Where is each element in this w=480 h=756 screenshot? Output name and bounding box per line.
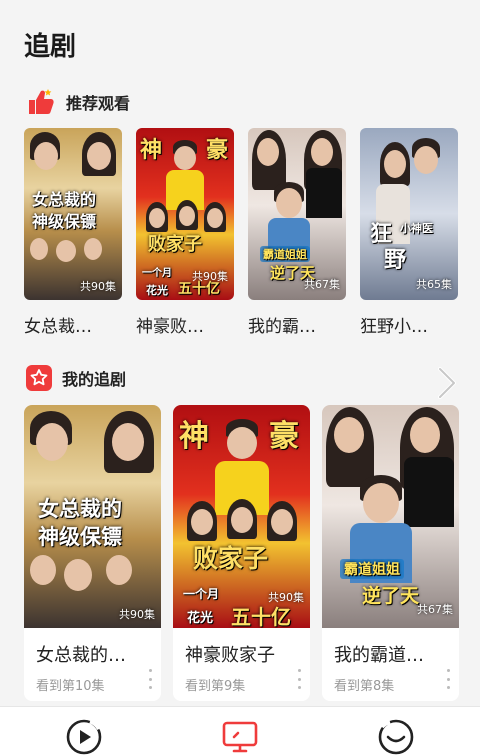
- poster-subtitle: 败家子: [148, 234, 202, 255]
- episode-count: 共90集: [268, 591, 304, 604]
- more-options-icon[interactable]: [147, 669, 153, 689]
- recommend-card[interactable]: 女总裁的 神级保镖 共90集 女总裁…: [24, 128, 122, 337]
- episode-count: 共90集: [192, 270, 228, 283]
- star-icon: [26, 365, 52, 391]
- section-my-shows-header: 我的追剧: [26, 365, 126, 391]
- episode-count: 共90集: [80, 280, 116, 293]
- poster-title: 神: [179, 419, 209, 454]
- poster-title: 霸道姐姐: [260, 246, 310, 262]
- section-recommend-label: 推荐观看: [66, 94, 131, 113]
- poster-tagline-2: 花光: [187, 611, 214, 626]
- poster-image: 狂 野 小神医 共65集: [360, 128, 458, 300]
- poster-image: 霸道姐姐 逆了天 共67集: [248, 128, 346, 300]
- smile-icon[interactable]: [376, 717, 416, 756]
- poster-subtitle: 神级保镖: [32, 212, 97, 231]
- poster-tagline: 一个月: [183, 587, 220, 601]
- thumbs-up-icon: [26, 88, 56, 116]
- section-my-shows-label: 我的追剧: [62, 370, 127, 389]
- poster-tagline-2: 花光: [146, 284, 168, 297]
- recommend-card[interactable]: 狂 野 小神医 共65集 狂野小…: [360, 128, 458, 337]
- poster-title: 霸道姐姐: [340, 559, 404, 579]
- poster-subtitle: 逆了天: [362, 585, 420, 607]
- page-title: 追剧: [24, 32, 77, 62]
- poster-title-2: 野: [384, 248, 407, 273]
- watch-progress: 看到第8集: [334, 679, 395, 694]
- more-options-icon[interactable]: [445, 669, 451, 689]
- episode-count: 共67集: [417, 603, 453, 616]
- card-title: 女总裁…: [24, 317, 92, 337]
- watch-progress: 看到第10集: [36, 679, 105, 694]
- my-show-card[interactable]: 神 豪 败家子 一个月 花光 五十亿 共90集 神豪败家子 看到第9集: [173, 405, 310, 701]
- poster-title: 女总裁的: [38, 497, 122, 521]
- chevron-right-icon[interactable]: [432, 366, 460, 400]
- poster-title: 神: [140, 138, 163, 163]
- poster-subtitle: 败家子: [193, 544, 269, 573]
- card-title: 我的霸道…: [334, 645, 424, 666]
- watch-progress: 看到第9集: [185, 679, 246, 694]
- more-options-icon[interactable]: [296, 669, 302, 689]
- poster-image: 霸道姐姐 逆了天 共67集: [322, 405, 459, 628]
- card-title: 我的霸…: [248, 317, 316, 337]
- episode-count: 共90集: [119, 608, 155, 621]
- tv-icon[interactable]: [220, 717, 260, 756]
- my-shows-list: 女总裁的 神级保镖 共90集 女总裁的… 看到第10集 神 豪 败家子 一个月 …: [24, 405, 464, 705]
- recommend-card[interactable]: 神 豪 败家子 一个月 花光 五十亿 共90集 神豪败…: [136, 128, 234, 337]
- recommend-list: 女总裁的 神级保镖 共90集 女总裁… 神 豪 败家子 一个月 花光 五十亿 共…: [24, 128, 464, 343]
- poster-subtitle: 神级保镖: [38, 525, 122, 549]
- section-recommend-header: 推荐观看: [26, 88, 130, 116]
- poster-image: 神 豪 败家子 一个月 花光 五十亿 共90集: [136, 128, 234, 300]
- poster-image: 神 豪 败家子 一个月 花光 五十亿 共90集: [173, 405, 310, 628]
- poster-title: 女总裁的: [32, 190, 97, 209]
- my-show-card[interactable]: 女总裁的 神级保镖 共90集 女总裁的… 看到第10集: [24, 405, 161, 701]
- recommend-card[interactable]: 霸道姐姐 逆了天 共67集 我的霸…: [248, 128, 346, 337]
- poster-tagline: 一个月: [142, 268, 172, 279]
- poster-subtitle: 小神医: [400, 222, 433, 235]
- poster-tagline-3: 五十亿: [231, 605, 291, 628]
- card-title: 神豪败家子: [185, 645, 275, 666]
- card-title: 女总裁的…: [36, 645, 126, 666]
- my-show-card[interactable]: 霸道姐姐 逆了天 共67集 我的霸道… 看到第8集: [322, 405, 459, 701]
- card-title: 狂野小…: [360, 317, 428, 337]
- poster-title-2: 豪: [269, 419, 299, 454]
- bottom-navigation: [0, 706, 480, 756]
- episode-count: 共67集: [304, 278, 340, 291]
- poster-image: 女总裁的 神级保镖 共90集: [24, 128, 122, 300]
- poster-image: 女总裁的 神级保镖 共90集: [24, 405, 161, 628]
- card-title: 神豪败…: [136, 317, 204, 337]
- poster-title-2: 豪: [206, 138, 229, 163]
- episode-count: 共65集: [416, 278, 452, 291]
- play-icon[interactable]: [64, 717, 104, 756]
